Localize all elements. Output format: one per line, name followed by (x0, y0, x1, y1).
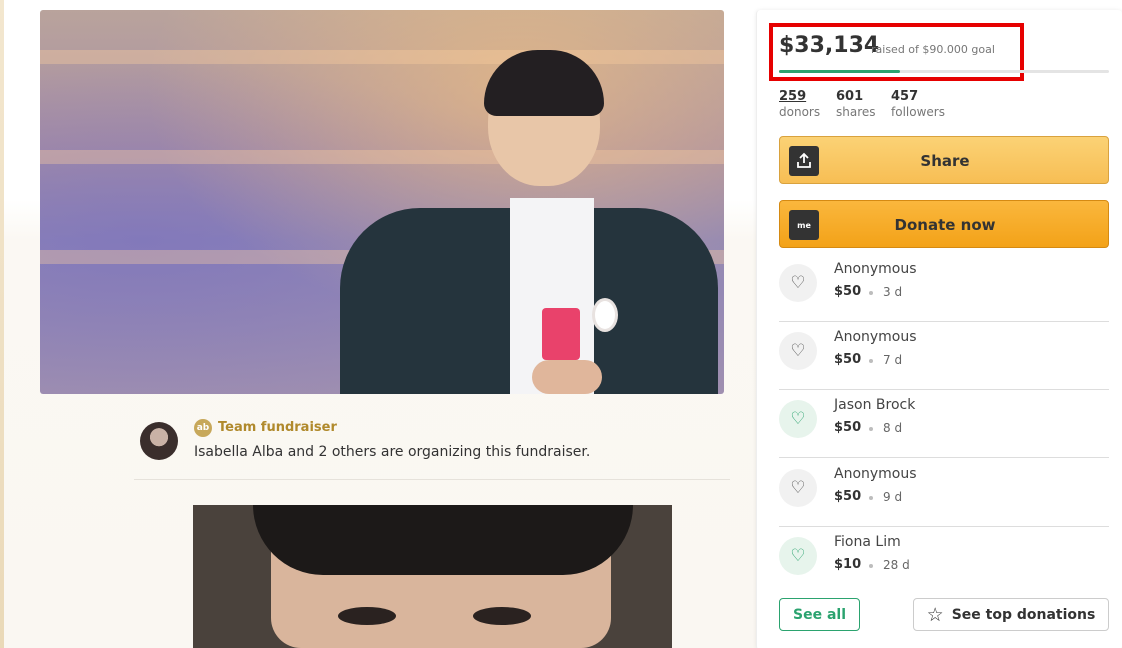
section-divider (134, 479, 730, 480)
see-all-button[interactable]: See all (779, 598, 860, 631)
see-top-donations-button[interactable]: ☆ See top donations (913, 598, 1109, 631)
donation-list-item: ♡ Anonymous $50 9 d (779, 459, 1109, 527)
donate-button-label: Donate now (894, 216, 996, 234)
donor-name: Anonymous (834, 329, 917, 345)
story-photo-hair (253, 505, 633, 575)
progress-bar-fill (779, 70, 901, 73)
followers-count: 457 (891, 89, 919, 104)
donation-list-item: ♡ Jason Brock $50 8 d (779, 390, 1109, 458)
story-photo-eye (338, 607, 396, 625)
donation-age: 7 d (883, 353, 903, 367)
separator-dot (869, 291, 873, 295)
share-button-label: Share (920, 152, 970, 170)
hero-microphone (542, 308, 580, 360)
shares-label: shares (836, 105, 876, 119)
donor-name: Jason Brock (834, 397, 916, 413)
donor-name: Anonymous (834, 466, 917, 482)
team-icon: ab (194, 419, 212, 437)
donor-heart-hand-icon: ♡ (779, 264, 817, 302)
progress-bar (779, 70, 1109, 73)
donors-count[interactable]: 259 (779, 89, 806, 104)
hero-bg-stripe (40, 50, 724, 64)
separator-dot (869, 427, 873, 431)
donor-heart-hand-icon: ♡ (779, 469, 817, 507)
donation-list-item: ♡ Anonymous $50 7 d (779, 322, 1109, 390)
followers-label: followers (891, 105, 945, 119)
hero-pin-badge (592, 298, 618, 332)
donor-heart-hand-icon: ♡ (779, 332, 817, 370)
donor-heart-hand-icon: ♡ (779, 400, 817, 438)
donation-divider (779, 457, 1109, 458)
share-button[interactable]: Share (779, 136, 1109, 184)
donation-age: 28 d (883, 558, 910, 572)
star-icon: ☆ (926, 603, 944, 626)
team-fundraiser-label: Team fundraiser (218, 420, 337, 435)
left-edge-strip (0, 0, 4, 648)
donation-list-item: ♡ Anonymous $50 3 d (779, 254, 1109, 322)
donors-label: donors (779, 105, 821, 119)
separator-dot (869, 564, 873, 568)
donate-now-button[interactable]: me Donate now (779, 200, 1109, 248)
hero-bg-stripe (40, 150, 724, 164)
separator-dot (869, 496, 873, 500)
shares-count: 601 (836, 89, 864, 104)
separator-dot (869, 359, 873, 363)
donation-age: 9 d (883, 490, 903, 504)
hero-hands (532, 360, 602, 394)
donor-name: Fiona Lim (834, 534, 901, 550)
see-top-donations-label: See top donations (951, 606, 1096, 623)
donation-age: 3 d (883, 285, 903, 299)
donation-amount: $50 (834, 489, 862, 504)
donor-heart-hand-icon: ♡ (779, 537, 817, 575)
organizer-text: Isabella Alba and 2 others are organizin… (194, 444, 591, 460)
donation-amount: $50 (834, 284, 862, 299)
story-photo-eye (473, 607, 531, 625)
donation-list-item: ♡ Fiona Lim $10 28 d (779, 527, 1109, 583)
donation-amount: $50 (834, 420, 862, 435)
donation-age: 8 d (883, 421, 903, 435)
organizer-avatar[interactable] (140, 422, 178, 460)
donor-name: Anonymous (834, 261, 917, 277)
fundraiser-hero-image[interactable] (40, 10, 724, 394)
donation-amount: $10 (834, 557, 862, 572)
story-photo (193, 505, 672, 648)
donation-amount: $50 (834, 352, 862, 367)
